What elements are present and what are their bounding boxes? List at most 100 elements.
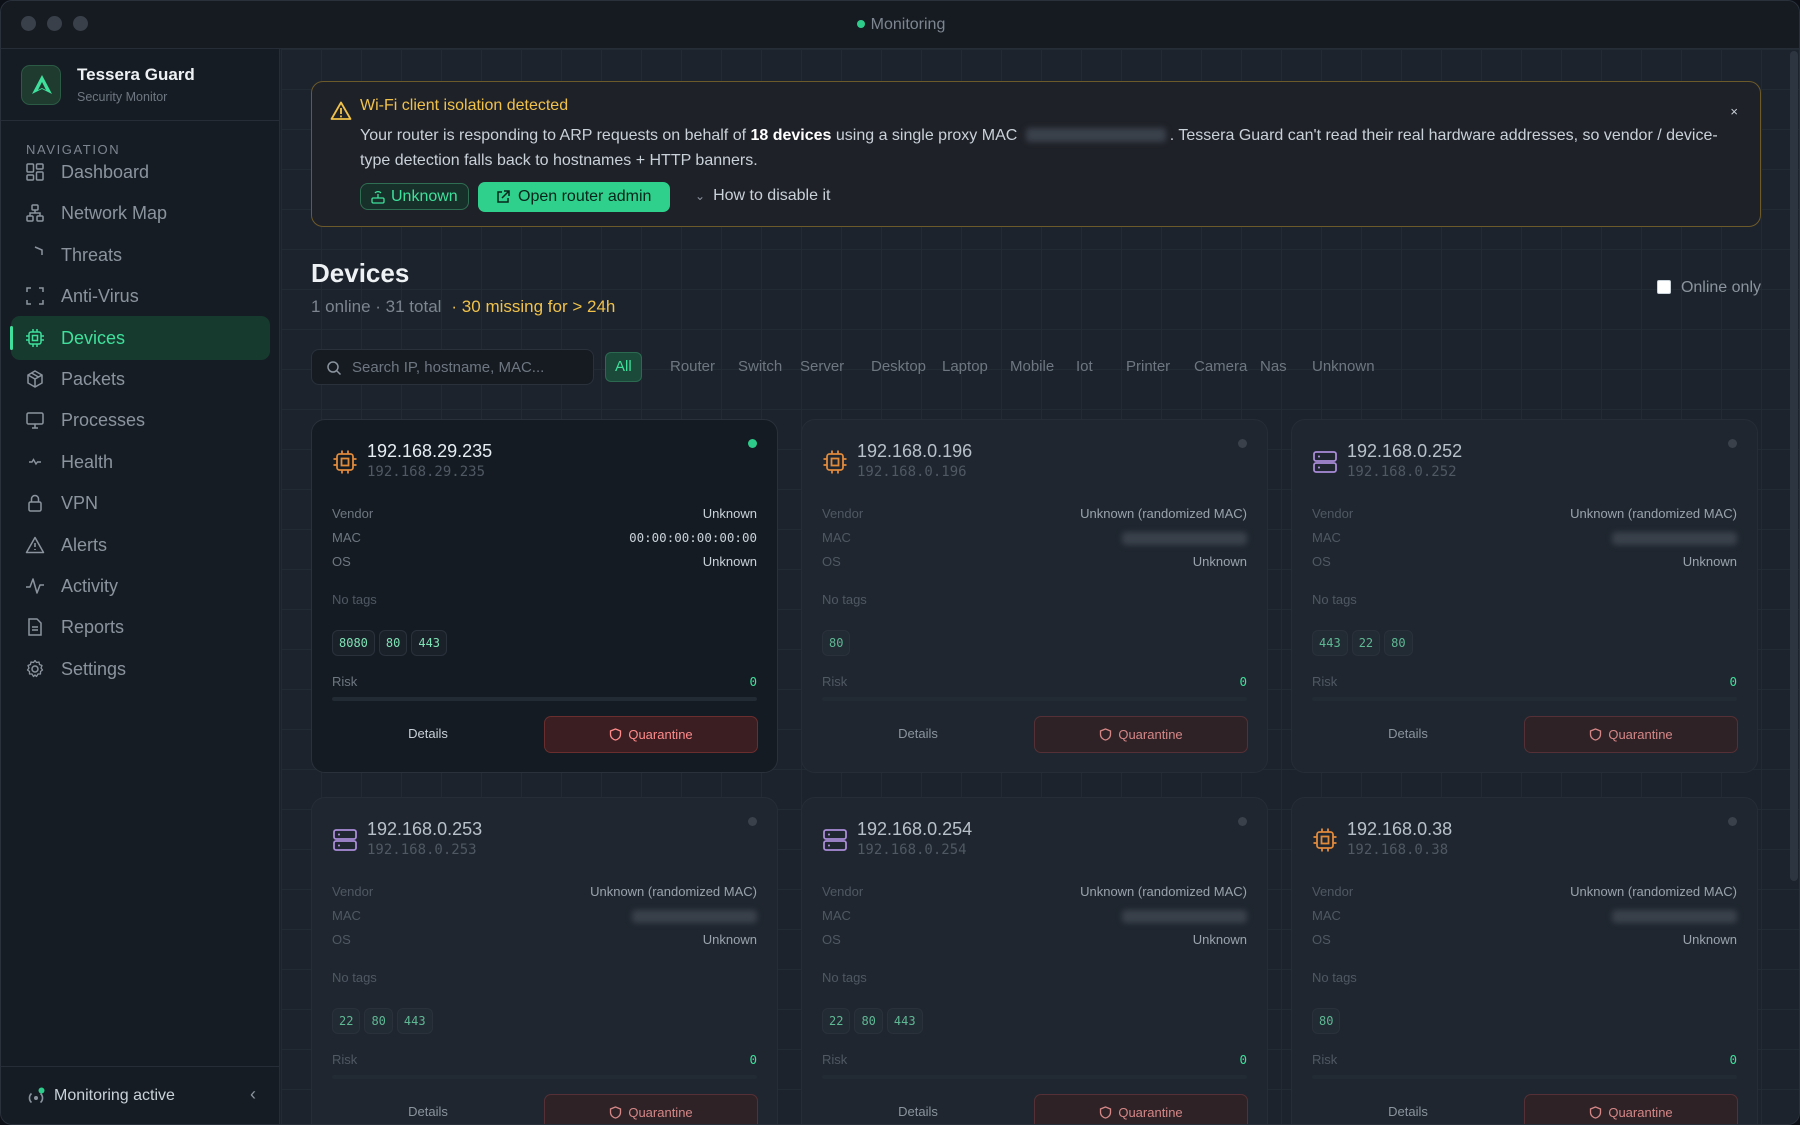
- no-tags-text: No tags: [822, 592, 867, 607]
- filter-mobile[interactable]: Mobile: [1001, 352, 1063, 382]
- filter-all[interactable]: All: [605, 352, 642, 382]
- server-icon: [333, 829, 357, 851]
- open-port-badge: 443: [886, 1008, 923, 1034]
- sidebar-item-settings[interactable]: Settings: [11, 647, 270, 691]
- online-status-dot: [748, 439, 757, 448]
- sidebar-item-alerts[interactable]: Alerts: [11, 523, 270, 567]
- router-icon: [371, 191, 385, 204]
- router-type-chip[interactable]: Unknown: [360, 183, 469, 210]
- sidebar-item-health[interactable]: Health: [11, 440, 270, 484]
- sidebar-item-label: Processes: [61, 410, 146, 431]
- sidebar-item-label: VPN: [61, 493, 99, 514]
- sidebar-item-activity[interactable]: Activity: [11, 564, 270, 608]
- device-mac: 00:00:00:00:00:00: [629, 530, 757, 545]
- open-port-badge: 80: [1384, 630, 1413, 656]
- risk-score: 0: [1729, 674, 1737, 689]
- package-icon: [27, 370, 43, 388]
- device-os: Unknown: [1682, 554, 1737, 569]
- sidebar-item-network-map[interactable]: Network Map: [11, 191, 270, 235]
- title-bar: Monitoring: [1, 1, 1799, 49]
- online-only-toggle[interactable]: Online only: [1656, 279, 1761, 297]
- device-vendor: Unknown (randomized MAC): [1570, 884, 1737, 899]
- sidebar-item-anti-virus[interactable]: Anti-Virus: [11, 274, 270, 318]
- os-label: OS: [1312, 554, 1331, 569]
- sidebar-item-reports[interactable]: Reports: [11, 605, 270, 649]
- details-button[interactable]: Details: [332, 716, 524, 752]
- device-card[interactable]: 192.168.0.252 192.168.0.252 Vendor Unknown …: [1291, 419, 1758, 773]
- open-port-badge: 22: [1351, 630, 1381, 656]
- filter-iot[interactable]: Iot: [1067, 352, 1102, 382]
- open-ports: 80: [1312, 1008, 1344, 1034]
- details-button[interactable]: Details: [332, 1094, 524, 1124]
- risk-label: Risk: [822, 674, 848, 689]
- alert-body: Your router is responding to ARP request…: [360, 127, 1718, 169]
- device-card[interactable]: 192.168.0.254 192.168.0.254 Vendor Unknown …: [801, 797, 1268, 1124]
- quarantine-button[interactable]: Quarantine: [1524, 716, 1738, 753]
- quarantine-button[interactable]: Quarantine: [1524, 1094, 1738, 1124]
- mac-label: MAC: [332, 908, 361, 923]
- open-ports: 22 80 443: [822, 1008, 927, 1034]
- filter-camera[interactable]: Camera: [1185, 352, 1256, 382]
- device-card[interactable]: 192.168.29.235 192.168.29.235 Vendor Unknow…: [311, 419, 778, 773]
- sidebar-item-vpn[interactable]: VPN: [11, 481, 270, 525]
- file-icon: [28, 618, 42, 637]
- risk-label: Risk: [822, 1052, 848, 1067]
- collapse-sidebar-button[interactable]: ‹: [250, 1084, 256, 1105]
- monitoring-status: Monitoring active: [54, 1087, 175, 1104]
- close-alert-button[interactable]: ×: [1730, 104, 1738, 119]
- risk-score: 0: [1729, 1052, 1737, 1067]
- alert-title: Wi-Fi client isolation detected: [360, 97, 569, 114]
- sidebar-footer: Monitoring active ‹: [1, 1066, 280, 1124]
- server-icon: [823, 829, 847, 851]
- sidebar-item-dashboard[interactable]: Dashboard: [11, 150, 270, 194]
- device-mac-redacted: [1122, 532, 1247, 545]
- quarantine-button[interactable]: Quarantine: [1034, 1094, 1248, 1124]
- mac-label: MAC: [822, 908, 851, 923]
- device-ip: 192.168.0.254: [857, 819, 973, 839]
- filter-desktop[interactable]: Desktop: [862, 352, 935, 382]
- vendor-label: Vendor: [822, 884, 864, 899]
- network-map-icon: [26, 204, 44, 223]
- device-card[interactable]: 192.168.0.38 192.168.0.38 Vendor Unknown (r…: [1291, 797, 1758, 1124]
- risk-bar: [332, 697, 757, 701]
- quarantine-button[interactable]: Quarantine: [544, 1094, 758, 1124]
- os-label: OS: [332, 554, 351, 569]
- chip-icon: [1313, 828, 1337, 852]
- open-router-admin-button[interactable]: Open router admin: [478, 182, 670, 212]
- details-button[interactable]: Details: [1312, 716, 1504, 752]
- filter-laptop[interactable]: Laptop: [933, 352, 997, 382]
- open-port-badge: 22: [822, 1008, 851, 1034]
- online-only-checkbox[interactable]: [1656, 280, 1671, 294]
- sidebar-item-label: Devices: [61, 327, 126, 348]
- device-card[interactable]: 192.168.0.253 192.168.0.253 Vendor Unknown …: [311, 797, 778, 1124]
- sidebar-item-packets[interactable]: Packets: [11, 357, 270, 401]
- filter-router[interactable]: Router: [661, 352, 724, 382]
- device-os: Unknown: [1192, 554, 1247, 569]
- device-os: Unknown: [1682, 932, 1737, 947]
- filter-server[interactable]: Server: [791, 352, 853, 382]
- sidebar-item-processes[interactable]: Processes: [11, 398, 270, 442]
- sidebar-item-devices[interactable]: Devices: [10, 315, 270, 360]
- vendor-label: Vendor: [332, 884, 374, 899]
- details-button[interactable]: Details: [1312, 1094, 1504, 1124]
- device-mac-redacted: [1612, 910, 1737, 923]
- device-search[interactable]: [311, 349, 594, 385]
- filter-nas[interactable]: Nas: [1251, 352, 1296, 382]
- filter-switch[interactable]: Switch: [729, 352, 791, 382]
- filter-unknown[interactable]: Unknown: [1303, 352, 1384, 382]
- details-button[interactable]: Details: [822, 716, 1014, 752]
- sidebar-item-threats[interactable]: Threats: [11, 233, 270, 277]
- filter-printer[interactable]: Printer: [1117, 352, 1179, 382]
- device-card[interactable]: 192.168.0.196 192.168.0.196 Vendor Unknown …: [801, 419, 1268, 773]
- open-port-badge: 80: [854, 1008, 883, 1034]
- vendor-label: Vendor: [332, 506, 374, 521]
- external-link-icon: [497, 190, 510, 203]
- details-button[interactable]: Details: [822, 1094, 1014, 1124]
- device-vendor: Unknown (randomized MAC): [590, 884, 757, 899]
- risk-label: Risk: [332, 1052, 358, 1067]
- quarantine-button[interactable]: Quarantine: [544, 716, 758, 753]
- search-input[interactable]: [352, 350, 587, 384]
- scrollbar[interactable]: [1790, 51, 1798, 881]
- how-to-disable-toggle[interactable]: ⌄ How to disable it: [695, 187, 830, 205]
- quarantine-button[interactable]: Quarantine: [1034, 716, 1248, 753]
